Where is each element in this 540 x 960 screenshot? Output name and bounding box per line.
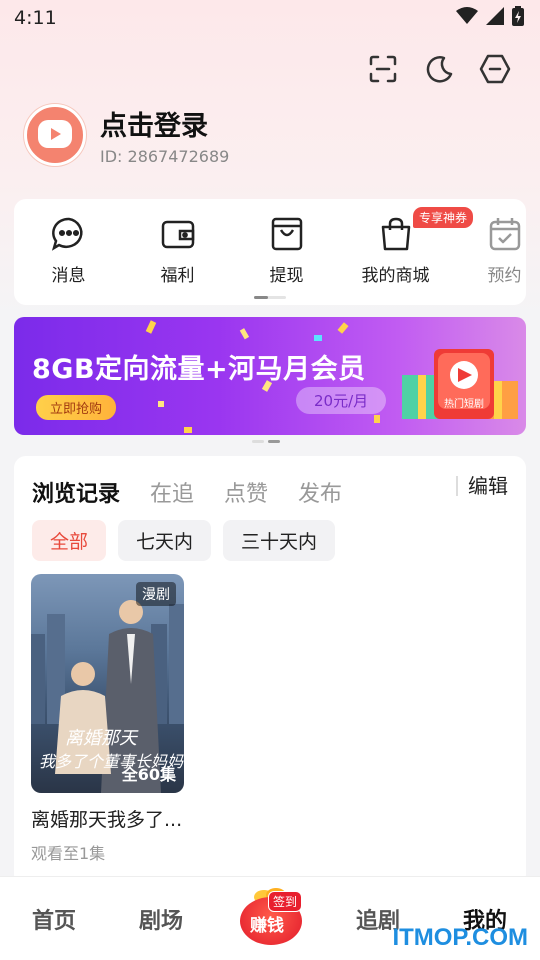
shortcut-reservation[interactable]: 预约 — [450, 215, 526, 286]
filter-7-days[interactable]: 七天内 — [118, 520, 212, 561]
tab-following[interactable]: 在追 — [150, 476, 194, 508]
watch-progress: 观看至1集 — [31, 844, 106, 863]
play-logo-icon — [38, 120, 72, 148]
wallet-icon — [161, 220, 194, 249]
profile-header[interactable]: 点击登录 ID: 2867472689 — [24, 104, 229, 166]
shortcut-label: 福利 — [160, 266, 195, 286]
time-filters: 全部 七天内 三十天内 — [32, 520, 336, 561]
tab-browse-history[interactable]: 浏览记录 — [32, 476, 120, 508]
earn-money-button[interactable]: 赚钱 签到 — [238, 881, 304, 947]
shortcut-label: 预约 — [487, 266, 522, 286]
shortcut-label: 我的商城 — [361, 266, 430, 286]
banner-pagination — [252, 440, 280, 443]
tab-published[interactable]: 发布 — [298, 476, 342, 508]
night-mode-button[interactable] — [422, 52, 456, 86]
login-link[interactable]: 点击登录 — [100, 104, 229, 143]
shortcut-withdraw[interactable]: 提现 — [232, 215, 341, 286]
comic-drama-tag: 漫剧 — [136, 582, 176, 606]
scan-button[interactable] — [366, 52, 400, 86]
signal-icon — [486, 7, 504, 25]
history-card: 浏览记录 在追 点赞 发布 编辑 全部 七天内 三十天内 漫剧 离婚那天 我多了… — [14, 456, 526, 886]
shortcut-welfare[interactable]: 福利 — [123, 215, 232, 286]
filter-all[interactable]: 全部 — [32, 520, 107, 561]
episode-count: 全60集 — [121, 765, 176, 784]
nav-home[interactable]: 首页 — [32, 903, 76, 935]
shortcut-label: 消息 — [51, 266, 86, 286]
tab-likes[interactable]: 点赞 — [224, 476, 268, 508]
gift-label: 热门短剧 — [444, 399, 484, 410]
banner-title: 8GB定向流量+河马月会员 — [32, 354, 366, 385]
banner-price: 20元/月 — [296, 387, 387, 414]
watermark-logo: ITMOP.COM — [392, 924, 528, 951]
status-time: 4:11 — [14, 7, 57, 29]
message-icon — [51, 217, 83, 251]
avatar[interactable] — [24, 104, 86, 166]
gift-box-icon — [402, 349, 518, 419]
status-icons — [456, 6, 524, 26]
history-tabs: 浏览记录 在追 点赞 发布 — [32, 476, 342, 508]
history-item[interactable]: 漫剧 离婚那天 我多了个董事长妈妈 全60集 离婚那天我多了... 观看至1集 — [31, 574, 184, 864]
shortcut-mall[interactable]: 专享神券 我的商城 — [341, 207, 474, 286]
shopping-bag-icon — [381, 217, 410, 251]
scan-icon — [369, 55, 397, 83]
filter-30-days[interactable]: 三十天内 — [223, 520, 336, 561]
earn-label: 赚钱 — [250, 916, 284, 936]
calendar-icon — [489, 218, 520, 251]
nav-theater[interactable]: 剧场 — [139, 903, 183, 935]
shortcut-scroll-indicator — [254, 296, 286, 299]
withdraw-icon — [271, 217, 302, 251]
drama-poster[interactable]: 漫剧 离婚那天 我多了个董事长妈妈 全60集 — [31, 574, 184, 793]
shortcut-card: 消息 福利 提现 专享神券 我的商城 预约 — [14, 199, 526, 305]
sign-in-badge: 签到 — [268, 891, 303, 912]
moon-icon — [426, 56, 453, 83]
drama-title[interactable]: 离婚那天我多了... — [31, 805, 184, 832]
shortcut-messages[interactable]: 消息 — [14, 215, 123, 286]
status-bar: 4:11 — [0, 0, 540, 36]
top-actions — [366, 52, 512, 86]
bottom-nav: 首页 剧场 赚钱 签到 追剧 我的 ITMOP.COM — [0, 876, 540, 960]
wifi-icon — [456, 7, 478, 24]
edit-button[interactable]: 编辑 — [456, 476, 508, 496]
promo-banner[interactable]: 8GB定向流量+河马月会员 立即抢购 20元/月 热门短剧 — [14, 317, 526, 435]
battery-icon — [512, 6, 524, 26]
poster-title-line1: 离婚那天 — [65, 728, 137, 749]
user-id: ID: 2867472689 — [100, 147, 230, 166]
settings-hexagon-icon — [479, 54, 511, 84]
buy-now-button[interactable]: 立即抢购 — [36, 395, 117, 420]
settings-button[interactable] — [478, 52, 512, 86]
shortcut-label: 提现 — [269, 266, 304, 286]
